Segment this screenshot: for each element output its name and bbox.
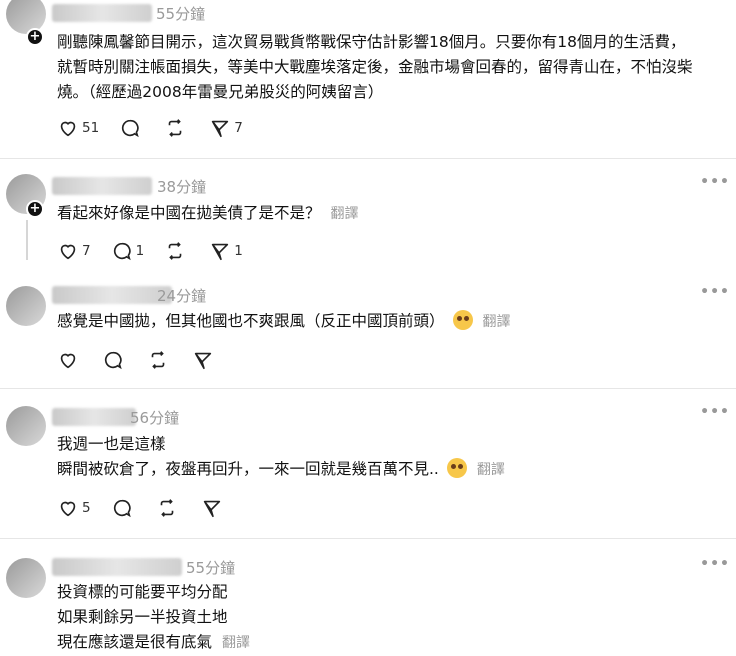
share-count: 7: [234, 120, 243, 136]
post-text: 我週一也是這樣 瞬間被砍倉了，夜盤再回升，一來一回就是幾百萬不見.. 翻譯: [57, 432, 505, 483]
repost-icon: [160, 499, 173, 517]
repost-button[interactable]: [164, 240, 189, 262]
action-bar: 51 7: [57, 117, 263, 139]
like-count: 7: [82, 243, 91, 259]
reply-button[interactable]: [111, 497, 136, 519]
username-blurred[interactable]: [52, 558, 182, 576]
translate-link[interactable]: 翻譯: [477, 462, 505, 478]
timestamp: 56分鐘: [130, 409, 180, 427]
heart-icon: [60, 121, 76, 137]
comment-icon: [104, 351, 122, 370]
more-icon[interactable]: •••: [700, 174, 730, 190]
post-4: 56分鐘 ••• 我週一也是這樣 瞬間被砍倉了，夜盤再回升，一來一回就是幾百萬不…: [0, 392, 736, 532]
divider: [0, 158, 736, 159]
repost-button[interactable]: [147, 349, 172, 371]
translate-link[interactable]: 翻譯: [483, 314, 511, 330]
like-button[interactable]: 51: [57, 117, 99, 139]
more-icon[interactable]: •••: [700, 404, 730, 420]
post-line: 燒。（經歷過2008年雷曼兄弟股災的阿姨留言）: [57, 83, 384, 101]
plus-icon[interactable]: +: [26, 200, 44, 218]
thread-line: [26, 220, 28, 260]
avatar[interactable]: [6, 286, 46, 326]
username-blurred[interactable]: [52, 408, 136, 426]
username-blurred[interactable]: [52, 4, 152, 22]
divider: [0, 538, 736, 539]
action-bar: 7 1 1: [57, 240, 263, 262]
repost-icon: [168, 242, 182, 260]
comment-icon: [113, 242, 131, 261]
username-blurred[interactable]: [52, 286, 172, 304]
post-text: 投資標的可能要平均分配 如果剩餘另一半投資土地 現在應該還是很有底氣 翻譯: [57, 580, 250, 656]
post-2: + 38分鐘 ••• 看起來好像是中國在拋美債了是不是？ 翻譯 7 1 1: [0, 160, 736, 270]
avatar[interactable]: [6, 406, 46, 446]
post-line: 就暫時別關注帳面損失，等美中大戰塵埃落定後，金融市場會回春的，留得青山在，不怕沒…: [57, 58, 693, 76]
reply-button[interactable]: [102, 349, 127, 371]
heart-icon: [60, 244, 76, 260]
action-bar: 5: [57, 497, 246, 519]
share-button[interactable]: 1: [209, 240, 243, 262]
post-line: 投資標的可能要平均分配: [57, 583, 228, 601]
share-icon: [212, 120, 229, 138]
post-text: 剛聽陳鳳馨節目開示，這次貿易戰貨幣戰保守估計影響18個月。只要你有18個月的生活…: [57, 30, 693, 105]
like-button[interactable]: 5: [57, 497, 91, 519]
laughing-emoji-icon: [452, 310, 473, 330]
post-text: 看起來好像是中國在拋美債了是不是？ 翻譯: [57, 201, 359, 227]
username-blurred[interactable]: [52, 177, 152, 195]
repost-button[interactable]: [164, 117, 189, 139]
post-line: 我週一也是這樣: [57, 435, 166, 453]
post-3: 24分鐘 ••• 感覺是中國拋，但其他國也不爽跟風（反正中國頂前頭） 翻譯: [0, 270, 736, 380]
action-bar: [57, 349, 237, 371]
translate-link[interactable]: 翻譯: [331, 206, 359, 222]
post-1: + 55分鐘 剛聽陳鳳馨節目開示，這次貿易戰貨幣戰保守估計影響18個月。只要你有…: [0, 0, 736, 155]
more-icon[interactable]: •••: [700, 284, 730, 300]
share-icon: [212, 243, 229, 261]
post-line: 看起來好像是中國在拋美債了是不是？: [57, 204, 321, 222]
share-button[interactable]: [192, 349, 217, 371]
pleading-emoji-icon: [446, 458, 467, 478]
reply-button[interactable]: 1: [111, 240, 145, 262]
reply-count: 1: [135, 243, 145, 259]
share-button[interactable]: [201, 497, 226, 519]
post-line: 瞬間被砍倉了，夜盤再回升，一來一回就是幾百萬不見..: [57, 460, 439, 478]
post-line: 剛聽陳鳳馨節目開示，這次貿易戰貨幣戰保守估計影響18個月。只要你有18個月的生活…: [57, 33, 686, 51]
timestamp: 24分鐘: [157, 287, 207, 305]
post-line: 感覺是中國拋，但其他國也不爽跟風（反正中國頂前頭）: [57, 312, 445, 330]
heart-icon: [60, 501, 76, 517]
like-button[interactable]: [57, 349, 82, 371]
timestamp: 55分鐘: [156, 5, 206, 23]
post-text: 感覺是中國拋，但其他國也不爽跟風（反正中國頂前頭） 翻譯: [57, 309, 511, 335]
divider: [0, 388, 736, 389]
share-button[interactable]: 7: [209, 117, 243, 139]
translate-link[interactable]: 翻譯: [222, 635, 250, 651]
post-line: 現在應該還是很有底氣: [57, 633, 213, 651]
repost-icon: [168, 119, 182, 137]
comment-icon: [113, 499, 131, 518]
like-count: 5: [82, 500, 91, 516]
more-icon[interactable]: •••: [700, 556, 730, 572]
reply-button[interactable]: [119, 117, 144, 139]
like-count: 51: [82, 120, 100, 136]
post-5: 55分鐘 ••• 投資標的可能要平均分配 如果剩餘另一半投資土地 現在應該還是很…: [0, 542, 736, 656]
post-line: 如果剩餘另一半投資土地: [57, 608, 228, 626]
like-button[interactable]: 7: [57, 240, 91, 262]
plus-icon[interactable]: +: [26, 28, 44, 46]
share-count: 1: [234, 243, 243, 259]
timestamp: 38分鐘: [157, 178, 207, 196]
comment-icon: [122, 119, 139, 138]
heart-icon: [60, 353, 76, 369]
timestamp: 55分鐘: [186, 559, 236, 577]
share-icon: [194, 352, 212, 370]
repost-icon: [151, 351, 165, 369]
repost-button[interactable]: [156, 497, 181, 519]
avatar[interactable]: [6, 558, 46, 598]
share-icon: [203, 500, 220, 518]
